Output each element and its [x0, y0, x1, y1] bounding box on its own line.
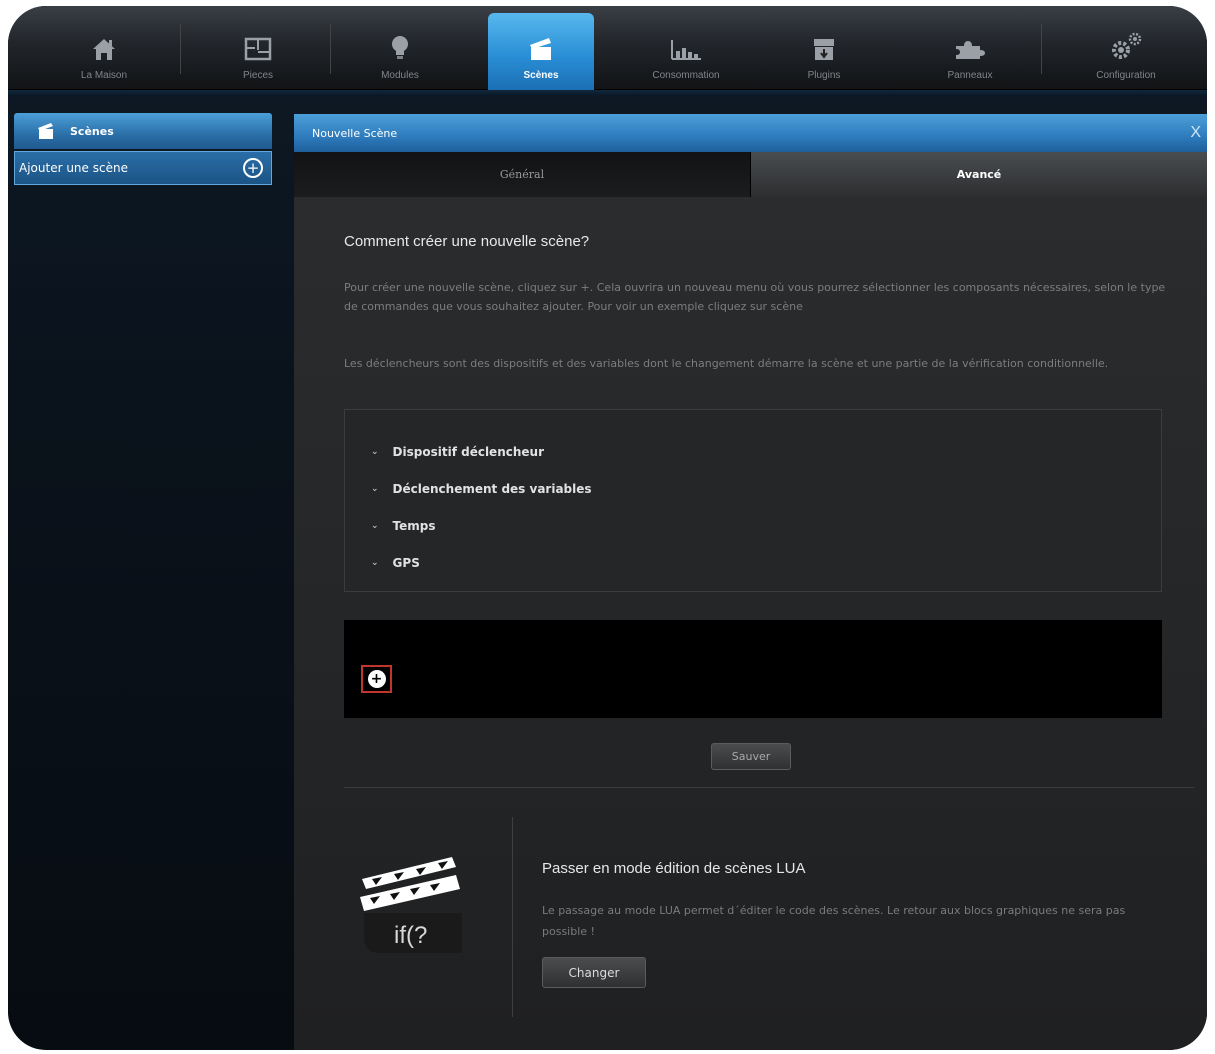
nav-scenes[interactable]: Scènes [488, 13, 594, 90]
trigger-label: GPS [392, 556, 420, 570]
puzzle-icon [956, 41, 985, 59]
nav-divider [330, 24, 331, 74]
nav-modules[interactable]: Modules [340, 6, 460, 90]
sidebar-header: Scènes [14, 113, 272, 149]
triggers-paragraph: Les déclencheurs sont des dispositifs et… [344, 357, 1109, 370]
nav-divider [180, 24, 181, 74]
tab-bar: Général Avancé [294, 152, 1207, 197]
nav-label: Pieces [242, 70, 273, 81]
panel-title: Nouvelle Scène [312, 126, 398, 140]
trigger-gps[interactable]: ⌄ GPS [371, 556, 420, 570]
trigger-label: Déclenchement des variables [392, 482, 592, 496]
chevron-down-icon: ⌄ [371, 521, 379, 531]
nav-label: Plugins [807, 70, 841, 81]
add-scene-label: Ajouter une scène [19, 161, 128, 175]
clapperboard-icon [38, 123, 53, 139]
trigger-variables[interactable]: ⌄ Déclenchement des variables [371, 482, 592, 496]
tab-general[interactable]: Général [294, 152, 751, 197]
gears-icon [1112, 32, 1142, 59]
add-scene-button[interactable]: Ajouter une scène + [14, 151, 272, 185]
add-block-button[interactable]: + [361, 665, 392, 693]
chevron-down-icon: ⌄ [371, 558, 379, 568]
change-mode-button[interactable]: Changer [542, 957, 646, 988]
trigger-device[interactable]: ⌄ Dispositif déclencheur [371, 445, 544, 459]
new-scene-panel: Nouvelle Scène X Général Avancé Comment … [294, 114, 1207, 1050]
plus-circle-icon[interactable]: + [243, 158, 263, 178]
clapperboard-icon [530, 38, 551, 60]
nav-la-maison[interactable]: La Maison [44, 6, 164, 90]
nav-consommation[interactable]: Consommation [626, 6, 746, 90]
nav-plugins[interactable]: Plugins [764, 6, 884, 90]
trigger-label: Dispositif déclencheur [392, 445, 544, 459]
vertical-divider [512, 817, 513, 1017]
chevron-down-icon: ⌄ [371, 484, 379, 494]
panel-header: Nouvelle Scène X [294, 114, 1207, 152]
nav-label: Modules [381, 70, 419, 81]
bar-chart-icon [671, 40, 701, 60]
lua-title: Passer en mode édition de scènes LUA [542, 860, 806, 877]
nav-pieces[interactable]: Pieces [198, 6, 318, 90]
lua-clapperboard-icon: if(? [360, 857, 462, 953]
sidebar-title: Scènes [70, 124, 114, 138]
lua-description: Le passage au mode LUA permet d´éditer l… [542, 904, 1126, 938]
lua-icon-text: if(? [394, 922, 427, 949]
top-navigation: La Maison Pieces Modules Scènes Consomma… [8, 6, 1207, 90]
trigger-list: ⌄ Dispositif déclencheur ⌄ Déclenchement… [344, 409, 1162, 592]
trigger-label: Temps [392, 519, 436, 533]
chevron-down-icon: ⌄ [371, 447, 379, 457]
app-window: La Maison Pieces Modules Scènes Consomma… [8, 6, 1207, 1050]
box-download-icon [814, 39, 834, 60]
nav-panneaux[interactable]: Panneaux [910, 6, 1030, 90]
nav-divider [1041, 24, 1042, 74]
tab-advanced[interactable]: Avancé [751, 152, 1207, 197]
divider [344, 787, 1194, 788]
help-paragraph: Pour créer une nouvelle scène, cliquez s… [344, 281, 1166, 313]
nav-label: La Maison [80, 70, 128, 81]
close-icon[interactable]: X [1190, 124, 1201, 142]
house-icon [93, 39, 115, 60]
nav-configuration[interactable]: Configuration [1060, 6, 1192, 90]
scene-blocks-canvas[interactable]: + [344, 620, 1162, 718]
nav-label: Configuration [1096, 70, 1156, 81]
floorplan-icon [244, 37, 272, 61]
nav-label: Consommation [652, 70, 720, 81]
lua-mode-section: if(? Passer en mode édition de scènes LU… [294, 817, 1207, 1027]
lightbulb-icon [392, 36, 408, 59]
nav-label: Panneaux [947, 70, 993, 81]
panel-body: Comment créer une nouvelle scène? Pour c… [294, 197, 1207, 1050]
plus-icon: + [367, 670, 386, 688]
nav-underline [8, 90, 1207, 96]
save-button[interactable]: Sauver [711, 743, 791, 770]
help-heading: Comment créer une nouvelle scène? [344, 233, 590, 250]
nav-label: Scènes [523, 70, 559, 81]
trigger-time[interactable]: ⌄ Temps [371, 519, 436, 533]
